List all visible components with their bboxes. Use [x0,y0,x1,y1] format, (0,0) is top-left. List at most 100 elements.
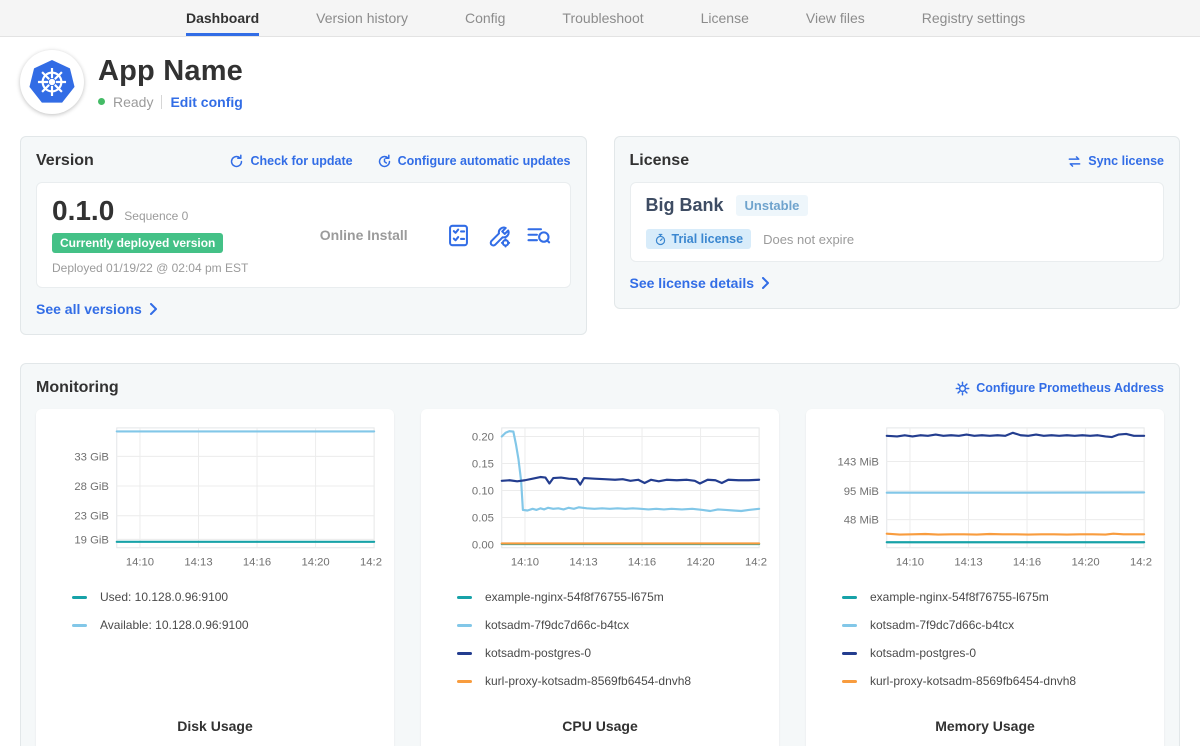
preflight-checks-icon[interactable] [446,223,471,248]
svg-text:14:16: 14:16 [628,556,656,568]
license-card: Big Bank Unstable Trial license Does not… [630,182,1165,262]
stopwatch-icon [654,233,667,246]
svg-text:0.00: 0.00 [472,539,494,551]
legend-label: example-nginx-54f8f76755-l675m [485,590,664,604]
legend-item: kurl-proxy-kotsadm-8569fb6454-dnvh8 [842,667,1152,695]
svg-text:23 GiB: 23 GiB [74,511,109,523]
status-dot [98,98,105,105]
svg-text:14:20: 14:20 [301,556,329,568]
deployed-badge: Currently deployed version [52,233,223,253]
current-version-card: 0.1.0 Sequence 0 Currently deployed vers… [36,182,571,288]
charts-row: 14:10 14:13 14:16 14:20 14:23 33 GiB 28 GiB 23 … [36,409,1164,746]
legend-swatch [842,596,857,599]
sync-arrows-icon [1067,154,1082,169]
license-panel-title: License [630,152,690,170]
refresh-icon [229,154,244,169]
svg-text:33 GiB: 33 GiB [74,451,109,463]
chart-legend: Used: 10.128.0.96:9100Available: 10.128.… [48,583,382,639]
check-for-update-button[interactable]: Check for update [229,154,352,169]
view-logs-icon[interactable] [526,223,551,248]
chevron-right-icon [761,277,770,289]
chart-legend: example-nginx-54f8f76755-l675m kotsadm-7f… [433,583,767,695]
tab-config[interactable]: Config [465,0,505,36]
tab-troubleshoot[interactable]: Troubleshoot [562,0,643,36]
legend-item: example-nginx-54f8f76755-l675m [842,583,1152,611]
sync-license-button[interactable]: Sync license [1067,154,1164,169]
legend-swatch [842,680,857,683]
license-panel: License Sync license Big Bank Unstable [614,136,1181,309]
svg-text:28 GiB: 28 GiB [74,481,109,493]
chart-plot: 14:10 14:13 14:16 14:20 14:23 33 GiB 28 GiB 23 … [48,422,382,571]
license-type-badge: Trial license [646,229,752,249]
tab-version-history[interactable]: Version history [316,0,408,36]
version-number: 0.1.0 [52,195,114,227]
legend-item: kurl-proxy-kotsadm-8569fb6454-dnvh8 [457,667,767,695]
svg-text:14:20: 14:20 [1071,556,1099,568]
legend-item: Available: 10.128.0.96:9100 [72,611,382,639]
svg-text:14:10: 14:10 [126,556,154,568]
legend-item: kotsadm-7f9dc7d66c-b4tcx [842,611,1152,639]
tab-registry-settings[interactable]: Registry settings [922,0,1025,36]
install-type-label: Online Install [282,227,446,243]
legend-item: kotsadm-postgres-0 [457,639,767,667]
deployed-timestamp: Deployed 01/19/22 @ 02:04 pm EST [52,261,282,275]
version-sequence: Sequence 0 [124,209,188,223]
svg-text:0.15: 0.15 [472,458,494,470]
edit-config-link[interactable]: Edit config [170,94,242,110]
dashboard-page: App Name Ready Edit config Version Check… [0,37,1200,746]
legend-swatch [457,680,472,683]
legend-swatch [72,624,87,627]
svg-text:14:16: 14:16 [243,556,271,568]
app-logo [20,50,84,114]
svg-text:14:20: 14:20 [686,556,714,568]
chart-plot: 14:1014:1314:1614:2014:230.200.150.100.0… [433,422,767,571]
page-title: App Name [98,55,243,88]
chart-card-disk-usage: 14:10 14:13 14:16 14:20 14:23 33 GiB 28 GiB 23 … [36,409,394,746]
tab-license[interactable]: License [701,0,749,36]
see-all-versions-link[interactable]: See all versions [36,301,158,317]
legend-label: kurl-proxy-kotsadm-8569fb6454-dnvh8 [485,674,691,688]
configure-prometheus-button[interactable]: Configure Prometheus Address [955,381,1164,396]
legend-swatch [457,624,472,627]
legend-item: kotsadm-7f9dc7d66c-b4tcx [457,611,767,639]
chevron-right-icon [149,303,158,315]
svg-text:14:16: 14:16 [1013,556,1041,568]
svg-text:14:10: 14:10 [896,556,924,568]
legend-label: kotsadm-postgres-0 [485,646,591,660]
legend-label: kurl-proxy-kotsadm-8569fb6454-dnvh8 [870,674,1076,688]
legend-label: kotsadm-7f9dc7d66c-b4tcx [870,618,1014,632]
legend-swatch [842,624,857,627]
svg-text:95 MiB: 95 MiB [844,486,879,498]
see-license-details-link[interactable]: See license details [630,275,771,291]
legend-item: Used: 10.128.0.96:9100 [72,583,382,611]
svg-text:14:13: 14:13 [184,556,212,568]
svg-text:0.05: 0.05 [472,512,494,524]
tab-view-files[interactable]: View files [806,0,865,36]
chart-title: Memory Usage [818,718,1152,742]
customer-name: Big Bank [646,195,724,216]
legend-swatch [72,596,87,599]
channel-badge: Unstable [736,195,809,216]
legend-swatch [842,652,857,655]
summary-row: Version Check for update Configure autom… [0,136,1200,335]
chart-plot: 14:1014:1314:1614:2014:23143 MiB95 MiB48… [818,422,1152,571]
tab-dashboard[interactable]: Dashboard [186,0,259,36]
config-wrench-icon[interactable] [486,223,511,248]
svg-text:0.20: 0.20 [472,431,494,443]
monitoring-panel: Monitoring Configure Prometheus Address … [20,363,1180,746]
app-header: App Name Ready Edit config [0,37,1200,122]
legend-swatch [457,596,472,599]
chart-title: CPU Usage [433,718,767,742]
svg-text:143 MiB: 143 MiB [838,456,879,468]
legend-label: kotsadm-7f9dc7d66c-b4tcx [485,618,629,632]
svg-text:14:13: 14:13 [569,556,597,568]
top-navigation: Dashboard Version history Config Troublesho… [0,0,1200,37]
legend-label: example-nginx-54f8f76755-l675m [870,590,1049,604]
clock-arrow-icon [377,154,392,169]
configure-automatic-updates-button[interactable]: Configure automatic updates [377,154,571,169]
svg-text:0.10: 0.10 [472,485,494,497]
version-actions [446,223,555,248]
svg-text:14:23: 14:23 [360,556,382,568]
gear-icon [955,381,970,396]
nav-tabs: Dashboard Version history Config Troublesho… [0,0,1200,36]
